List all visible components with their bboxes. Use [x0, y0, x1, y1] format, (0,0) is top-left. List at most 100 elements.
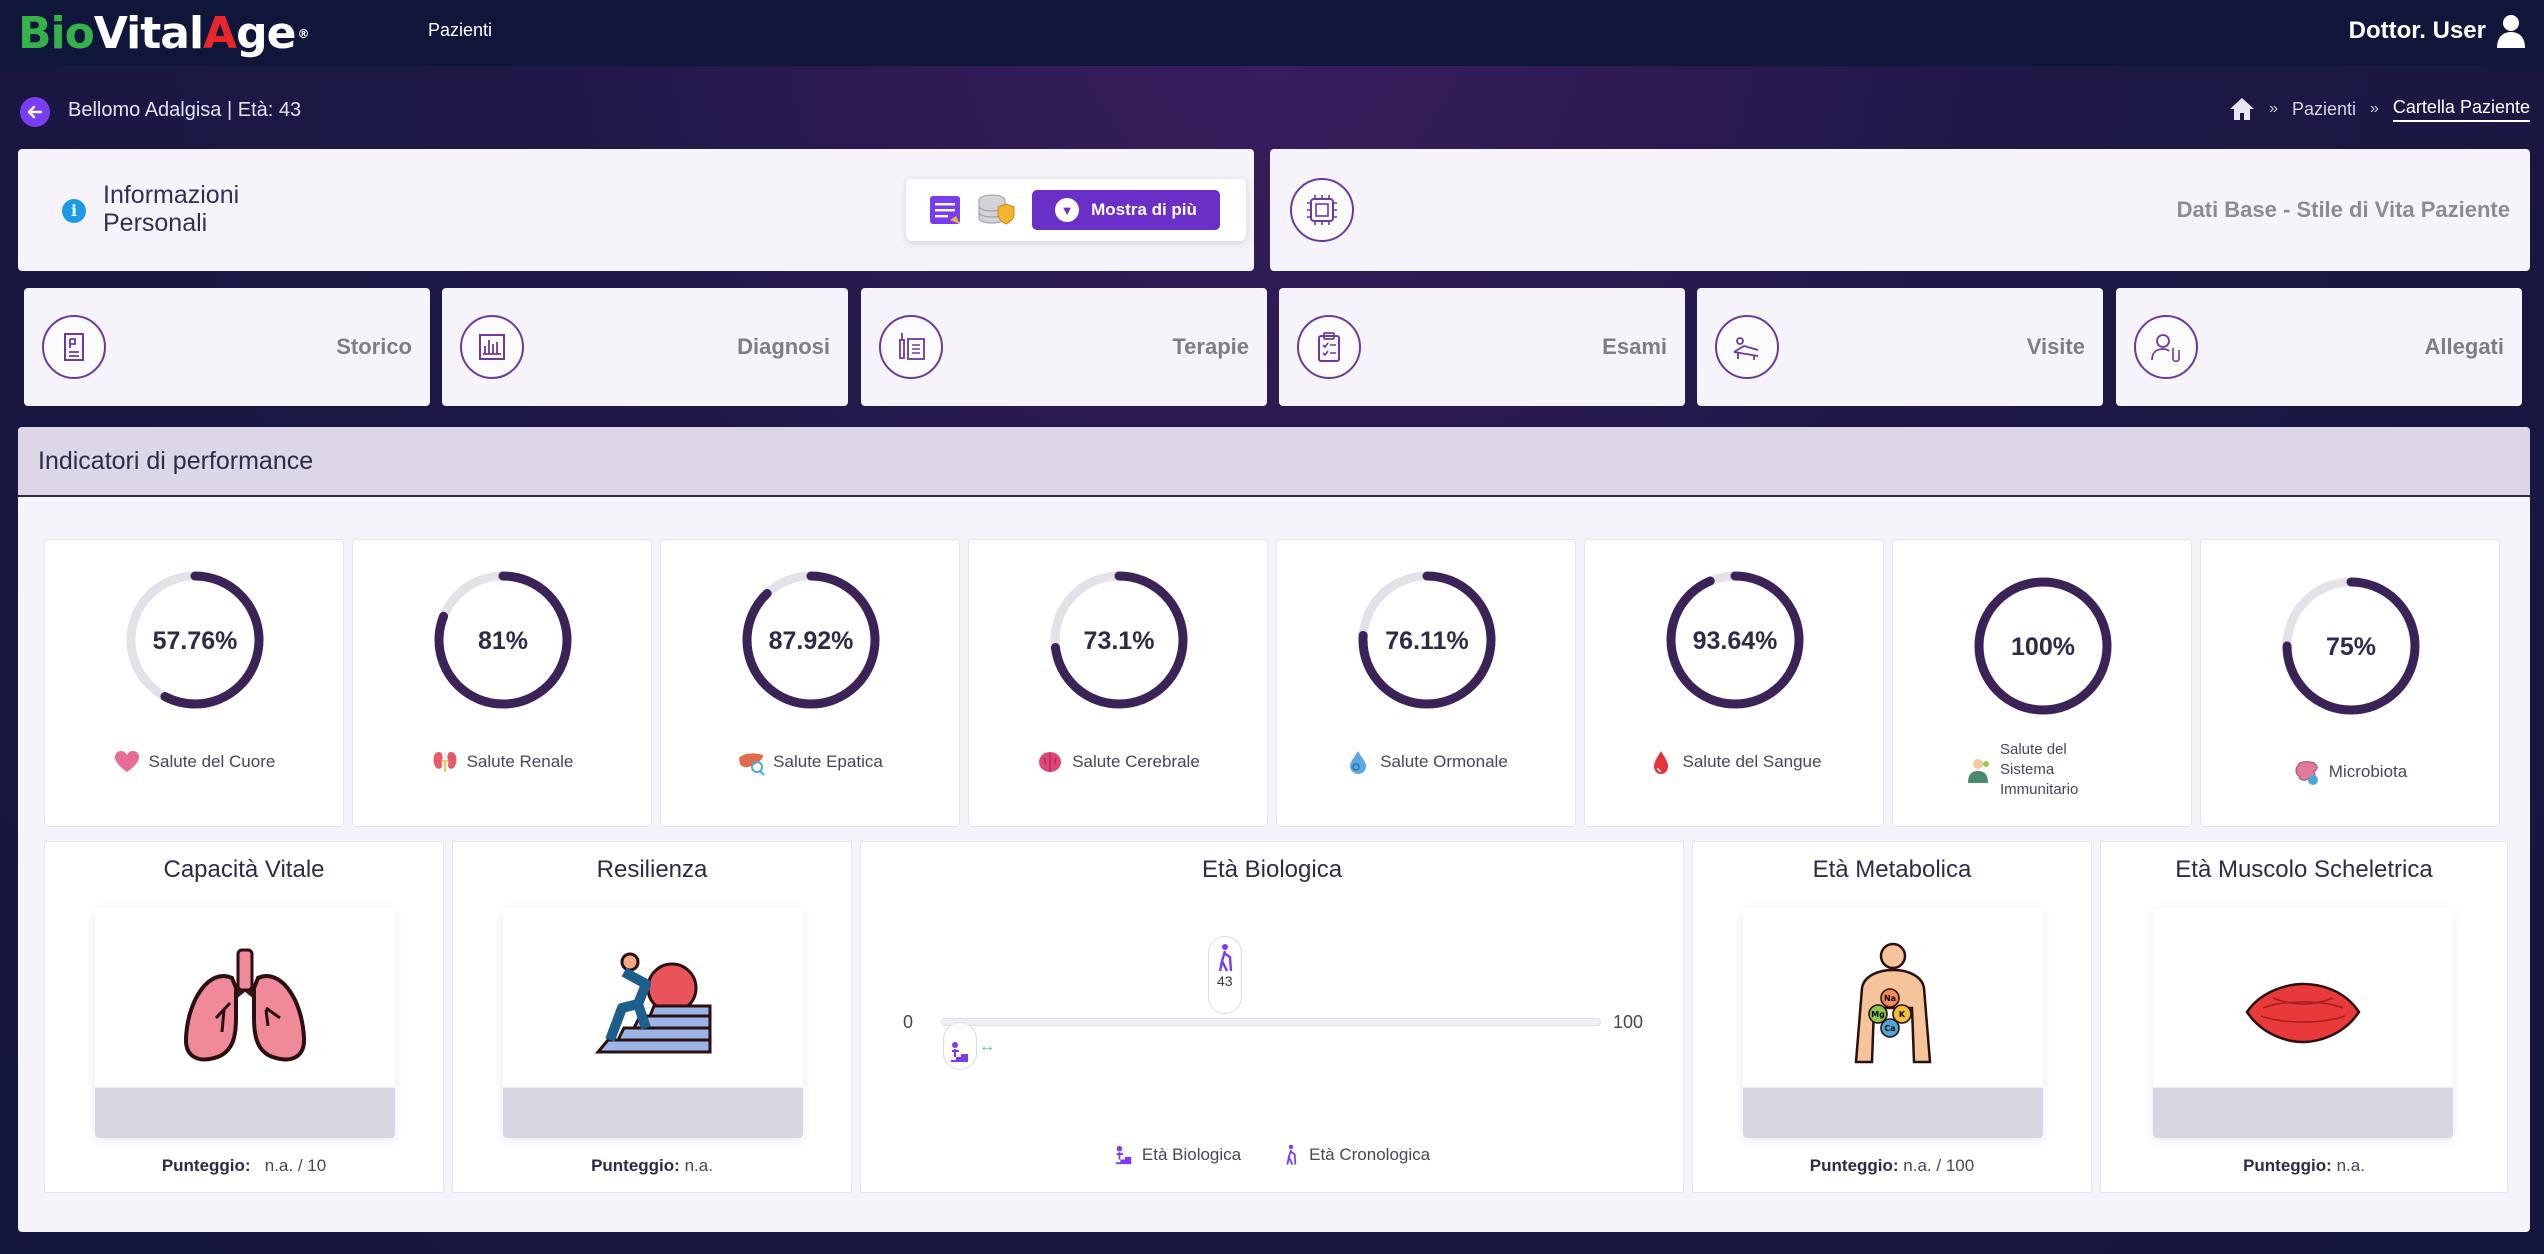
back-button[interactable] [20, 97, 50, 127]
kidney-icon [433, 752, 456, 772]
gauge: 81% [434, 571, 572, 709]
performance-panel: Indicatori di performance 57.76% Salute … [18, 427, 2530, 1232]
slider-max-label: 100 [1613, 1012, 1644, 1032]
resilienza-card[interactable]: Resilienza Punteggio: n.a. [452, 841, 852, 1193]
personal-info-card: i Informazioni Personali ▼ Mostra di più [18, 149, 1254, 271]
gauge-label-text: Salute del Cuore [148, 752, 276, 771]
patient-header: Bellomo Adalgisa | Età: 43 [68, 99, 302, 121]
breadcrumb: » Pazienti » Cartella Paziente [2229, 96, 2530, 122]
gauge-card-liver[interactable]: 87.92% Salute Epatica [660, 539, 960, 827]
svg-text:Na: Na [1884, 994, 1896, 1003]
capacita-vitale-card[interactable]: Capacità Vitale Punteggio: n.a. / 10 [44, 841, 444, 1193]
nav-card-allegati[interactable]: Allegati [2116, 288, 2522, 406]
eta-legend: Età Biologica Età Cronologica [861, 1144, 1683, 1166]
nav-card-visite[interactable]: Visite [1697, 288, 2103, 406]
biovitalage-logo[interactable]: BioVitalAge ® [18, 6, 309, 62]
eta-muscolo-title: Età Muscolo Scheletrica [2175, 856, 2433, 883]
svg-text:Ca: Ca [1884, 1024, 1895, 1033]
nav-card-storico[interactable]: Storico [24, 288, 430, 406]
slider-min-label: 0 [903, 1012, 914, 1032]
left-right-arrows-icon: ↔ [979, 1038, 995, 1055]
nav-card-terapie[interactable]: Terapie [861, 288, 1267, 406]
gauge: 87.92% [742, 571, 880, 709]
gauge-card-immune[interactable]: 100% Salute del Sistema Immunitario [1892, 539, 2192, 827]
age-slider-track [941, 1018, 1601, 1026]
gauge-card-kidney[interactable]: 81% Salute Renale [352, 539, 652, 827]
gauge-value: 75% [2326, 633, 2376, 661]
svg-text:Mg: Mg [1871, 1010, 1885, 1019]
person-stairs-icon [951, 1042, 968, 1062]
biological-age-marker[interactable] [943, 1022, 977, 1070]
database-shield-icon[interactable] [976, 190, 1016, 230]
legend-label: Età Cronologica [1309, 1145, 1431, 1164]
show-more-label: Mostra di più [1091, 200, 1197, 219]
personal-info-title: Informazioni Personali [103, 181, 240, 237]
dati-base-card[interactable]: Dati Base - Stile di Vita Paziente [1270, 149, 2530, 271]
gauge-value: 87.92% [769, 627, 854, 655]
gauge-label-text: Salute Renale [466, 752, 574, 771]
resilienza-score: Punteggio: n.a. [453, 1156, 851, 1176]
gauge-label: Salute Ormonale [1277, 748, 1575, 776]
personal-info-actions: ▼ Mostra di più [906, 179, 1246, 241]
lifestyle-icon-wrapper [1290, 178, 1354, 242]
nav-label-visite: Visite [2026, 334, 2085, 359]
gauge-label-text: Salute Epatica [773, 752, 883, 771]
performance-title: Indicatori di performance [18, 427, 2530, 497]
heart-icon [114, 751, 139, 772]
eta-metabolica-score: Punteggio: n.a. / 100 [1693, 1156, 2091, 1176]
lungs-icon [183, 948, 307, 1062]
chevron-down-icon: ▼ [1055, 198, 1080, 222]
brain-icon [1039, 752, 1062, 772]
visit-bed-icon [1715, 315, 1779, 379]
climbing-stairs-icon [594, 952, 712, 1054]
gauge-card-hormone[interactable]: 76.11% Salute Ormonale [1276, 539, 1576, 827]
gauge-card-heart[interactable]: 57.76% Salute del Cuore [44, 539, 344, 827]
eta-metabolica-card[interactable]: Età Metabolica Na Mg K Ca Punteggio: n.a… [1692, 841, 2092, 1193]
gauge-label: Salute del Cuore [45, 748, 343, 776]
gauge-value: 73.1% [1084, 627, 1155, 655]
nav-label-diagnosi: Diagnosi [737, 334, 830, 359]
eta-biologica-card: Età Biologica 0 100 43 ↔ Età Biologica E… [860, 841, 1684, 1193]
chronological-age-marker[interactable]: 43 [1207, 936, 1242, 1014]
gauge-value: 81% [478, 627, 528, 655]
gauge-label-text: Salute Ormonale [1380, 752, 1508, 771]
resilienza-image [503, 908, 803, 1138]
top-bar: BioVitalAge ® Pazienti Dottor. User [0, 0, 2544, 66]
hormone-drop-icon [1350, 751, 1367, 774]
person-stairs-icon [1115, 1145, 1132, 1165]
eta-muscolo-image [2153, 908, 2453, 1138]
score-value: n.a. [684, 1156, 713, 1175]
gauge-label: Microbiota [2201, 758, 2499, 786]
breadcrumb-cartella-paziente[interactable]: Cartella Paziente [2392, 97, 2530, 122]
home-icon[interactable] [2229, 96, 2255, 122]
gauge-card-blood[interactable]: 93.64% Salute del Sangue [1584, 539, 1884, 827]
gauge: 76.11% [1358, 571, 1496, 709]
microbiota-icon [2295, 761, 2318, 785]
user-menu[interactable]: Dottor. User [2349, 14, 2526, 48]
gauge: 57.76% [126, 571, 264, 709]
gauge: 93.64% [1666, 571, 1804, 709]
nav-card-esami[interactable]: Esami [1279, 288, 1685, 406]
gauge-label: Salute Renale [353, 748, 651, 776]
diagnosis-chart-icon [460, 315, 524, 379]
eta-muscolo-card[interactable]: Età Muscolo Scheletrica Punteggio: n.a. [2100, 841, 2508, 1193]
legend-label: Età Biologica [1141, 1145, 1242, 1164]
breadcrumb-pazienti[interactable]: Pazienti [2292, 99, 2356, 120]
gauge-card-microbiota[interactable]: 75% Microbiota [2200, 539, 2500, 827]
gauge: 100% [1974, 577, 2112, 715]
gauge-card-brain[interactable]: 73.1% Salute Cerebrale [968, 539, 1268, 827]
show-more-button[interactable]: ▼ Mostra di più [1032, 190, 1220, 230]
notes-icon[interactable] [926, 190, 966, 230]
gauge-label: Salute del Sistema Immunitario [1893, 740, 2191, 800]
score-value: n.a. [2336, 1156, 2365, 1175]
eta-metabolica-title: Età Metabolica [1812, 856, 1972, 883]
nav-label-storico: Storico [336, 334, 412, 359]
nav-card-diagnosi[interactable]: Diagnosi [442, 288, 848, 406]
score-label: Punteggio: [591, 1156, 680, 1175]
gauge-value: 100% [2011, 633, 2075, 661]
nav-pazienti-link[interactable]: Pazienti [428, 20, 492, 41]
elderly-walking-icon [1286, 1144, 1297, 1165]
capacita-vitale-image [95, 908, 395, 1138]
capacita-vitale-score: Punteggio: n.a. / 10 [45, 1156, 443, 1176]
gauge-label-text: Salute Cerebrale [1072, 752, 1200, 771]
